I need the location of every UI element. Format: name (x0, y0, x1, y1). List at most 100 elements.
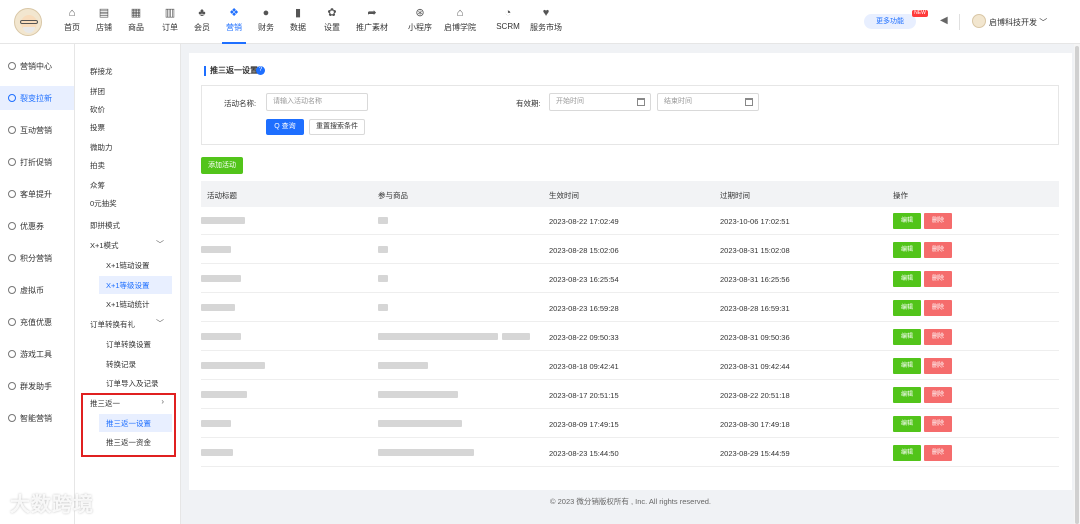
nav-item-2[interactable]: ▦ 商品 (122, 0, 150, 44)
activity-name-label: 活动名称: (224, 99, 257, 108)
delete-button[interactable]: 删除 (924, 329, 952, 345)
end-time-cell: 2023-08-29 15:44:59 (720, 449, 790, 458)
nav-item-11[interactable]: ⌂ 启博学院 (442, 0, 478, 44)
add-activity-button[interactable]: 添加活动 (201, 157, 243, 174)
nav-item-12[interactable]: ◔ SCRM (490, 0, 526, 44)
delete-button[interactable]: 删除 (924, 300, 952, 316)
submenu-item-2[interactable]: 砍价 (75, 100, 180, 118)
redacted-goods (378, 246, 388, 253)
submenu-item-4[interactable]: 微助力 (75, 138, 180, 156)
sidebar-item-10[interactable]: 群发助手 (0, 374, 74, 398)
sidebar-item-6[interactable]: 积分营销 (0, 246, 74, 270)
table-row: 2023-08-23 16:59:28 2023-08-28 16:59:31 编辑… (201, 294, 1059, 322)
nav-item-8[interactable]: ✿ 设置 (318, 0, 346, 44)
edit-button[interactable]: 编辑 (893, 213, 921, 229)
submenu-item-label: X+1链动设置 (106, 261, 150, 270)
menu-icon (8, 158, 16, 166)
nav-item-6[interactable]: ● 财务 (252, 0, 280, 44)
delete-button[interactable]: 删除 (924, 445, 952, 461)
edit-button[interactable]: 编辑 (893, 271, 921, 287)
logo[interactable] (14, 8, 42, 36)
edit-button[interactable]: 编辑 (893, 358, 921, 374)
menu-icon (8, 318, 16, 326)
nav-item-5[interactable]: ❖ 营销 (220, 0, 248, 44)
sidebar-item-4[interactable]: 客单提升 (0, 182, 74, 206)
delete-button[interactable]: 删除 (924, 213, 952, 229)
nav-item-0[interactable]: ⌂ 首页 (58, 0, 86, 44)
new-badge: NEW (912, 10, 928, 17)
nav-item-1[interactable]: ▤ 店铺 (90, 0, 118, 44)
nav-item-10[interactable]: ⊛ 小程序 (402, 0, 438, 44)
sidebar-item-3[interactable]: 打折促销 (0, 150, 74, 174)
delete-button[interactable]: 删除 (924, 358, 952, 374)
edit-button[interactable]: 编辑 (893, 242, 921, 258)
reset-button[interactable]: 重置搜索条件 (309, 119, 365, 135)
sidebar-item-11[interactable]: 智能营销 (0, 406, 74, 430)
end-time-cell: 2023-08-31 09:42:44 (720, 362, 790, 371)
avatar[interactable] (972, 14, 986, 28)
nav-item-13[interactable]: ♥ 服务市场 (528, 0, 564, 44)
sidebar-item-8[interactable]: 充值优惠 (0, 310, 74, 334)
more-features-button[interactable]: 更多功能 (864, 14, 916, 29)
scrollbar[interactable] (1074, 44, 1080, 524)
submenu-item-13[interactable]: 订单转换有礼 ﹀ (75, 315, 180, 333)
end-time-input[interactable]: 结束时间 (657, 93, 759, 111)
delete-button[interactable]: 删除 (924, 242, 952, 258)
sidebar-item-0[interactable]: 营销中心 (0, 54, 74, 78)
delete-button[interactable]: 删除 (924, 271, 952, 287)
submenu-item-label: 即拼模式 (90, 221, 120, 230)
nav-item-label: 设置 (324, 23, 340, 32)
chevron-icon: ﹀ (156, 240, 164, 249)
submenu-item-14[interactable]: 订单转换设置 (75, 335, 180, 353)
submenu-item-label: 砍价 (90, 105, 105, 114)
query-button[interactable]: Q 查询 (266, 119, 304, 135)
marketing-icon: ❖ (229, 7, 239, 19)
table-row: 2023-08-28 15:02:06 2023-08-31 15:02:08 编辑… (201, 236, 1059, 264)
sidebar: 营销中心裂变拉新互动营销打折促销客单提升优惠券积分营销虚拟币充值优惠游戏工具群发… (0, 44, 75, 524)
edit-button[interactable]: 编辑 (893, 445, 921, 461)
submenu-item-6[interactable]: 众筹 (75, 176, 180, 194)
menu-icon (8, 286, 16, 294)
end-time-cell: 2023-08-30 17:49:18 (720, 420, 790, 429)
delete-button[interactable]: 删除 (924, 387, 952, 403)
nav-item-9[interactable]: ➦ 推广素材 (354, 0, 390, 44)
submenu-item-0[interactable]: 群接龙 (75, 62, 180, 80)
submenu-item-16[interactable]: 订单导入及记录 (75, 374, 180, 392)
sidebar-item-1[interactable]: 裂变拉新 (0, 86, 74, 110)
sidebar-item-2[interactable]: 互动营销 (0, 118, 74, 142)
submenu-item-12[interactable]: X+1链动统计 (75, 295, 180, 313)
footer: © 2023 微分销版权所有 , Inc. All rights reserve… (550, 497, 711, 506)
edit-button[interactable]: 编辑 (893, 329, 921, 345)
submenu-item-10[interactable]: X+1链动设置 (75, 256, 180, 274)
edit-button[interactable]: 编辑 (893, 300, 921, 316)
redacted-title (201, 449, 233, 456)
scrm-icon: ◔ (504, 7, 512, 19)
edit-button[interactable]: 编辑 (893, 416, 921, 432)
submenu-item-5[interactable]: 拍卖 (75, 156, 180, 174)
nav-item-7[interactable]: ▮ 数据 (284, 0, 312, 44)
user-menu[interactable]: 启博科技开发 ﹀ (989, 17, 1047, 28)
end-time-cell: 2023-08-28 16:59:31 (720, 304, 790, 313)
edit-button[interactable]: 编辑 (893, 387, 921, 403)
submenu-item-11[interactable]: X+1等级设置 (99, 276, 172, 294)
sidebar-item-9[interactable]: 游戏工具 (0, 342, 74, 366)
start-time-cell: 2023-08-23 15:44:50 (549, 449, 619, 458)
divider (959, 14, 960, 30)
nav-item-3[interactable]: ▥ 订单 (156, 0, 184, 44)
sidebar-item-7[interactable]: 虚拟币 (0, 278, 74, 302)
submenu-item-9[interactable]: X+1模式 ﹀ (75, 236, 180, 254)
submenu-item-1[interactable]: 拼团 (75, 82, 180, 100)
submenu-item-3[interactable]: 投票 (75, 118, 180, 136)
submenu-item-7[interactable]: 0元抽奖 (75, 194, 180, 212)
submenu-item-label: 群接龙 (90, 67, 113, 76)
sidebar-item-5[interactable]: 优惠券 (0, 214, 74, 238)
help-icon[interactable]: ? (256, 66, 265, 75)
delete-button[interactable]: 删除 (924, 416, 952, 432)
start-time-input[interactable]: 开始时间 (549, 93, 651, 111)
nav-item-4[interactable]: ♣ 会员 (188, 0, 216, 44)
submenu-item-8[interactable]: 即拼模式 (75, 216, 180, 234)
speaker-icon[interactable]: ◀ (940, 16, 950, 26)
redacted-goods (378, 304, 388, 311)
activity-name-input[interactable]: 请输入活动名称 (266, 93, 368, 111)
submenu-item-15[interactable]: 转换记录 (75, 355, 180, 373)
